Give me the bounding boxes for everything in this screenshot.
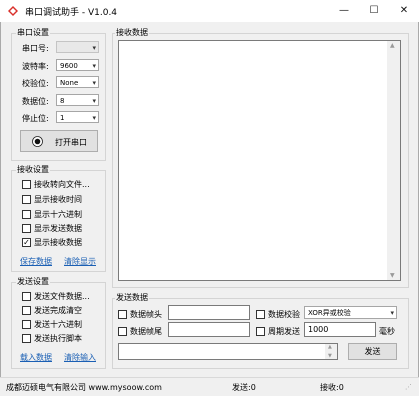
periodic-send-label: 周期发送 [268,327,300,336]
resize-grip-icon[interactable]: ⋰ [405,383,412,391]
send-option-3-checkbox[interactable] [22,334,31,343]
receive-option-0-checkbox[interactable] [22,180,31,189]
frame-tail-label: 数据帧尾 [130,327,162,336]
port-label: 串口号: [22,44,49,53]
send-input-scrollbar[interactable]: ▲ ▼ [325,344,337,359]
scroll-down-icon[interactable]: ▼ [328,353,332,359]
load-data-link[interactable]: 载入数据 [20,352,52,363]
receive-settings-title: 接收设置 [16,164,50,175]
receive-data-textarea[interactable]: ▲ ▼ [118,40,401,281]
databits-label: 数据位: [22,97,49,106]
receive-option-label: 显示接收时间 [34,195,82,204]
period-input[interactable]: 1000 [304,322,376,337]
receive-option-2-checkbox[interactable] [22,210,31,219]
window-title: 串口调试助手 - V1.0.4 [25,8,118,18]
send-button[interactable]: 发送 [348,343,397,360]
databits-value: 8 [60,97,65,105]
checksum-value: XOR异或校验 [308,309,351,317]
receive-option-3-checkbox[interactable] [22,224,31,233]
send-option-label: 发送完成清空 [34,306,82,315]
app-icon [8,6,18,16]
maximize-button[interactable]: ☐ [359,0,389,22]
title-bar: 串口调试助手 - V1.0.4 — ☐ ✕ [0,0,419,22]
receive-option-1-checkbox[interactable] [22,195,31,204]
serial-settings-title: 串口设置 [16,27,50,38]
open-port-label: 打开串口 [55,138,87,147]
receive-option-label: 显示发送数据 [34,224,82,233]
stopbits-value: 1 [60,114,65,122]
receive-option-label: 接收转向文件... [34,180,90,189]
chevron-down-icon: ▾ [92,44,96,52]
stopbits-select[interactable]: 1 ▾ [56,111,99,123]
send-option-2-checkbox[interactable] [22,320,31,329]
save-data-link[interactable]: 保存数据 [20,256,52,267]
open-port-button[interactable]: 打开串口 [20,130,98,152]
baud-value: 9600 [60,62,78,70]
period-value: 1000 [308,325,329,334]
status-bar: 成都迈硕电气有限公司 www.mysoow.com 发送:0 接收:0 ⋰ [0,377,419,396]
frame-header-checkbox[interactable] [118,310,127,319]
frame-header-label: 数据帧头 [130,310,162,319]
chevron-down-icon: ▾ [92,97,96,105]
send-option-label: 发送十六进制 [34,320,82,329]
period-unit-label: 毫秒 [379,327,395,336]
parity-value: None [60,79,79,87]
receive-data-title: 接收数据 [115,27,149,38]
frame-header-input[interactable] [168,305,250,320]
chevron-down-icon: ▾ [92,79,96,87]
receive-scrollbar[interactable]: ▲ ▼ [387,41,400,280]
clear-input-link[interactable]: 清除输入 [64,352,96,363]
databits-select[interactable]: 8 ▾ [56,94,99,106]
port-status-icon [32,136,43,147]
send-data-title: 发送数据 [115,292,149,303]
stopbits-label: 停止位: [22,114,49,123]
periodic-send-checkbox[interactable] [256,327,265,336]
frame-tail-input[interactable] [168,322,250,337]
baud-label: 波特率: [22,62,49,71]
parity-label: 校验位: [22,79,49,88]
port-select[interactable]: ▾ [56,41,99,53]
send-settings-title: 发送设置 [16,276,50,287]
company-info: 成都迈硕电气有限公司 www.mysoow.com [6,383,162,392]
send-option-label: 发送文件数据... [34,292,90,301]
chevron-down-icon: ▾ [390,309,394,317]
scroll-up-icon[interactable]: ▲ [390,42,395,49]
received-count: 接收:0 [320,383,344,392]
close-button[interactable]: ✕ [389,0,419,22]
send-input[interactable]: ▲ ▼ [118,343,338,360]
chevron-down-icon: ▾ [92,114,96,122]
scroll-down-icon[interactable]: ▼ [390,272,395,279]
send-option-label: 发送执行脚本 [34,334,82,343]
minimize-button[interactable]: — [329,0,359,22]
checksum-checkbox[interactable] [256,310,265,319]
baud-select[interactable]: 9600 ▾ [56,59,99,71]
checksum-label: 数据校验 [268,310,300,319]
scroll-up-icon[interactable]: ▲ [328,344,332,350]
send-option-1-checkbox[interactable] [22,306,31,315]
frame-tail-checkbox[interactable] [118,327,127,336]
parity-select[interactable]: None ▾ [56,76,99,88]
receive-option-label: 显示接收数据 [34,238,82,247]
checksum-select[interactable]: XOR异或校验 ▾ [304,306,397,319]
receive-option-4-checkbox[interactable]: ✓ [22,238,31,247]
receive-option-label: 显示十六进制 [34,210,82,219]
chevron-down-icon: ▾ [92,62,96,70]
sent-count: 发送:0 [232,383,256,392]
send-option-0-checkbox[interactable] [22,292,31,301]
clear-display-link[interactable]: 清除显示 [64,256,96,267]
checkmark-icon: ✓ [23,238,30,247]
